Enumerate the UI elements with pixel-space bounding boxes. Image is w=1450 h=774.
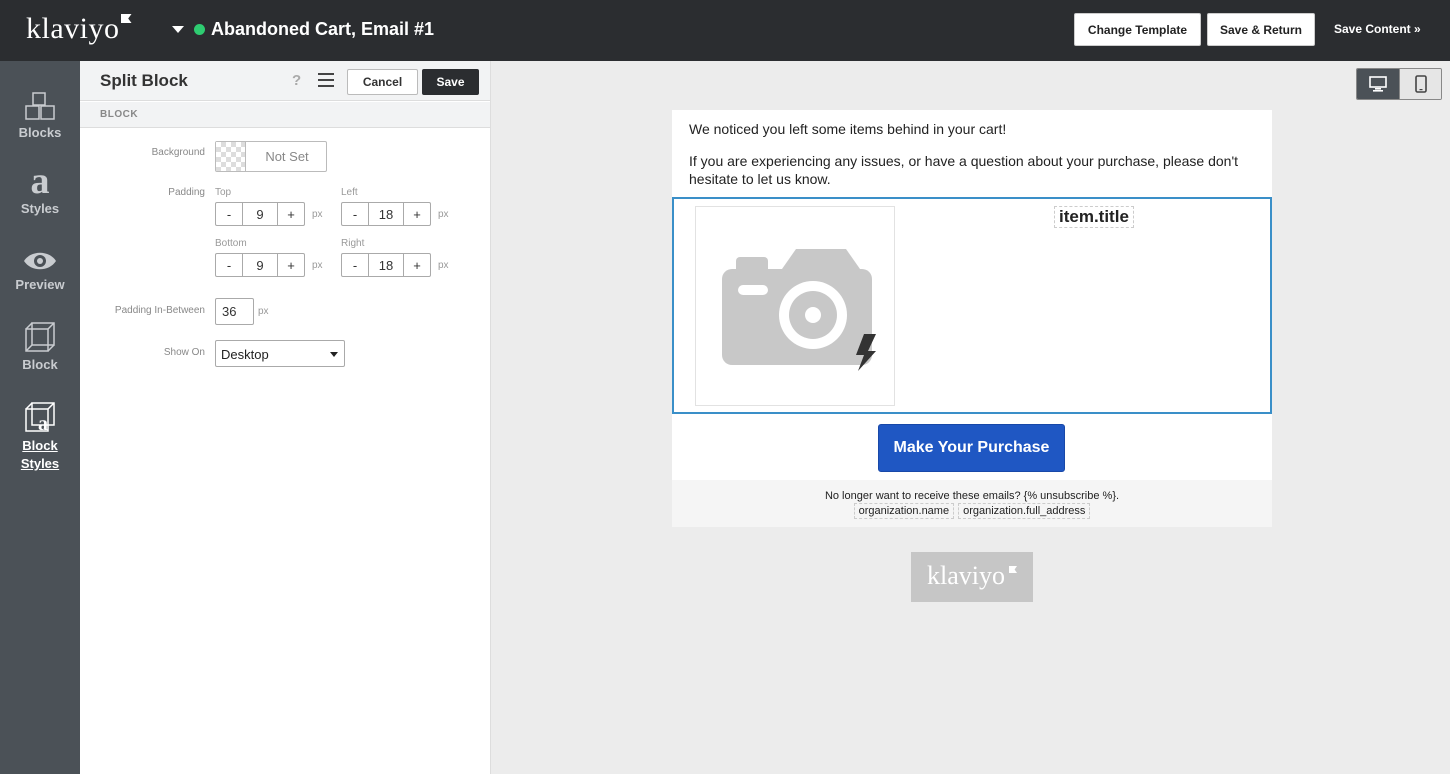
flag-icon (1009, 566, 1017, 573)
mobile-view-button[interactable] (1399, 69, 1441, 99)
padding-label: Padding (168, 187, 205, 198)
svg-text:a: a (38, 413, 48, 433)
caret-down-icon[interactable] (172, 25, 184, 33)
make-purchase-button[interactable]: Make Your Purchase (878, 424, 1065, 472)
unit-label: px (258, 306, 269, 317)
decrement-button[interactable]: - (216, 203, 242, 225)
menu-icon[interactable] (318, 73, 334, 87)
left-nav: Blocks a Styles Preview Block a Block St… (0, 61, 80, 774)
save-return-button[interactable]: Save & Return (1207, 13, 1315, 46)
padding-right-stepper: - 18 + (341, 253, 431, 277)
email-text-line[interactable]: If you are experiencing any issues, or h… (689, 152, 1259, 188)
panel-title: Split Block (100, 71, 188, 90)
panel-header: Split Block ? Cancel Save (80, 61, 490, 101)
padding-right-value[interactable]: 18 (368, 254, 404, 276)
decrement-button[interactable]: - (342, 254, 368, 276)
nav-item-block-styles[interactable]: a Block Styles (0, 401, 80, 473)
chevron-down-icon (330, 352, 338, 357)
split-block[interactable]: item.title (672, 197, 1272, 414)
logo-text: klaviyo (26, 12, 120, 45)
nav-item-block[interactable]: Block (0, 321, 80, 372)
status-dot (194, 23, 205, 35)
item-title[interactable]: item.title (1054, 206, 1134, 228)
cube-icon (25, 322, 55, 352)
padding-left-stepper: - 18 + (341, 202, 431, 226)
organization-tags: organization.name organization.full_addr… (672, 503, 1272, 519)
camera-icon (722, 249, 876, 371)
background-color-picker[interactable]: Not Set (215, 141, 327, 172)
increment-button[interactable]: + (278, 254, 304, 276)
svg-text:a: a (31, 165, 50, 197)
padding-top-label: Top (215, 187, 232, 198)
desktop-icon (1369, 76, 1387, 92)
email-title: Abandoned Cart, Email #1 (211, 18, 435, 39)
unit-label: px (438, 260, 449, 271)
unit-label: px (438, 209, 449, 220)
email-text-line[interactable]: We noticed you left some items behind in… (689, 120, 1259, 138)
flag-icon (120, 14, 132, 23)
nav-label: Block (22, 357, 58, 372)
padding-bottom-stepper: - 9 + (215, 253, 305, 277)
top-bar: klaviyo Abandoned Cart, Email #1 Change … (0, 0, 1450, 61)
decrement-button[interactable]: - (216, 254, 242, 276)
show-on-label: Show On (163, 347, 205, 358)
cancel-button[interactable]: Cancel (347, 69, 418, 95)
footer-logo[interactable]: klaviyo (911, 552, 1033, 602)
background-value: Not Set (265, 149, 309, 164)
help-icon[interactable]: ? (292, 72, 301, 89)
email-title-area: Abandoned Cart, Email #1 (172, 18, 434, 40)
nav-item-styles[interactable]: a Styles (0, 165, 80, 216)
save-button[interactable]: Save (422, 69, 479, 95)
show-on-select[interactable]: Desktop (215, 340, 345, 367)
mobile-icon (1414, 75, 1427, 93)
nav-label: Blocks (18, 125, 62, 140)
unsubscribe-text[interactable]: No longer want to receive these emails? … (672, 490, 1272, 502)
styles-icon: a (31, 165, 50, 197)
blocks-icon (25, 92, 55, 120)
desktop-view-button[interactable] (1357, 69, 1399, 99)
section-title: BLOCK (100, 109, 139, 120)
padding-left-label: Left (341, 187, 358, 198)
padding-right-label: Right (341, 238, 365, 249)
transparent-swatch (216, 142, 246, 171)
email-preview: We noticed you left some items behind in… (672, 110, 1272, 527)
increment-button[interactable]: + (404, 203, 430, 225)
nav-label: Styles (20, 201, 60, 216)
footer-logo-text: klaviyo (927, 561, 1005, 590)
show-on-value: Desktop (221, 347, 269, 362)
background-label: Background (151, 147, 205, 158)
product-image-placeholder[interactable] (695, 206, 895, 406)
increment-button[interactable]: + (404, 254, 430, 276)
block-styles-icon: a (25, 402, 55, 433)
klaviyo-logo[interactable]: klaviyo (26, 12, 132, 46)
email-footer: No longer want to receive these emails? … (672, 480, 1272, 527)
device-toggle (1356, 68, 1442, 100)
save-content-link[interactable]: Save Content » (1334, 22, 1421, 36)
padding-between-input[interactable]: 36 (215, 298, 254, 325)
decrement-button[interactable]: - (342, 203, 368, 225)
org-name-tag[interactable]: organization.name (853, 503, 955, 519)
eye-icon (24, 252, 56, 270)
padding-between-label: Padding In-Between (114, 305, 205, 316)
nav-item-preview[interactable]: Preview (0, 249, 80, 292)
nav-item-blocks[interactable]: Blocks (0, 91, 80, 140)
padding-top-stepper: - 9 + (215, 202, 305, 226)
unit-label: px (312, 209, 323, 220)
nav-label: Block Styles (20, 438, 60, 471)
org-address-tag[interactable]: organization.full_address (958, 503, 1091, 519)
settings-panel: Split Block ? Cancel Save BLOCK Backgrou… (80, 61, 491, 774)
padding-bottom-value[interactable]: 9 (242, 254, 278, 276)
padding-top-value[interactable]: 9 (242, 203, 278, 225)
padding-left-value[interactable]: 18 (368, 203, 404, 225)
section-header: BLOCK (80, 102, 490, 128)
unit-label: px (312, 260, 323, 271)
change-template-button[interactable]: Change Template (1074, 13, 1201, 46)
nav-label: Preview (15, 277, 65, 292)
padding-bottom-label: Bottom (215, 238, 247, 249)
increment-button[interactable]: + (278, 203, 304, 225)
